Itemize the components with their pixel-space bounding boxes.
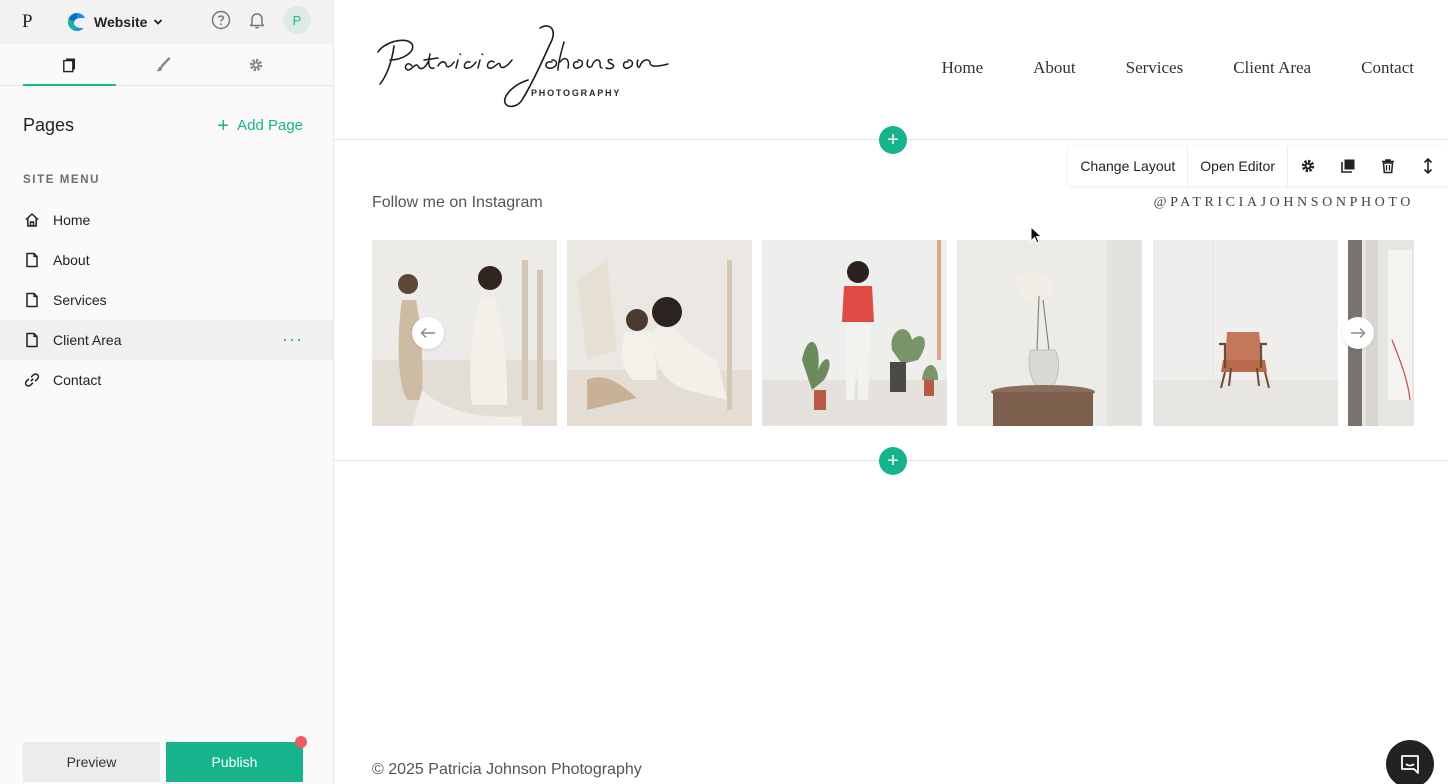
- sidebar-item-label: About: [53, 252, 90, 268]
- instagram-label: Follow me on Instagram: [372, 194, 543, 211]
- nav-about[interactable]: About: [1033, 58, 1076, 78]
- home-icon: [23, 211, 41, 229]
- chat-support-button[interactable]: [1386, 740, 1434, 784]
- arrow-left-icon: [420, 328, 435, 338]
- instagram-handle[interactable]: @PATRICIAJOHNSONPHOTO: [1154, 195, 1414, 211]
- change-layout-button[interactable]: Change Layout: [1068, 146, 1187, 186]
- nav-client-area[interactable]: Client Area: [1233, 58, 1311, 78]
- sidebar-tabs: [0, 44, 333, 86]
- site-logo[interactable]: PHOTOGRAPHY: [372, 22, 672, 112]
- add-section-button[interactable]: +: [879, 447, 907, 475]
- editor-sidebar: P Website P Pages + Add Page SITE MENU H…: [0, 0, 334, 784]
- chat-icon: [1401, 755, 1419, 774]
- sidebar-item-home[interactable]: Home: [0, 200, 333, 240]
- add-section-button[interactable]: +: [879, 126, 907, 154]
- mouse-cursor-icon: [1030, 226, 1043, 244]
- topbar-icons: P: [211, 6, 311, 34]
- site-switcher[interactable]: Website: [68, 13, 163, 31]
- nav-services[interactable]: Services: [1126, 58, 1184, 78]
- instagram-header: Follow me on Instagram @PATRICIAJOHNSONP…: [372, 194, 1414, 212]
- gallery-photo-5[interactable]: [1153, 240, 1338, 426]
- brand-logo[interactable]: P: [22, 11, 46, 33]
- section-settings-icon[interactable]: [1288, 146, 1328, 186]
- sidebar-item-label: Services: [53, 292, 107, 308]
- page-icon: [23, 331, 41, 349]
- page-icon: [23, 291, 41, 309]
- chevron-down-icon: [154, 19, 163, 25]
- pages-icon: [62, 58, 75, 72]
- editor-topbar: P Website P: [0, 0, 333, 44]
- notification-dot: [295, 736, 307, 748]
- site-menu-label: SITE MENU: [23, 174, 101, 186]
- pages-title: Pages: [23, 115, 75, 135]
- add-page-label: Add Page: [237, 117, 303, 134]
- tab-settings[interactable]: [209, 44, 302, 85]
- gallery-photo-2[interactable]: [567, 240, 752, 426]
- nav-home[interactable]: Home: [942, 58, 984, 78]
- sidebar-item-label: Home: [53, 212, 91, 228]
- tab-design[interactable]: [116, 44, 209, 85]
- nav-contact[interactable]: Contact: [1361, 58, 1414, 78]
- sidebar-actions: Preview Publish: [23, 736, 307, 782]
- publish-button[interactable]: Publish: [166, 736, 307, 782]
- sidebar-item-services[interactable]: Services: [0, 280, 333, 320]
- tab-pages[interactable]: [23, 44, 116, 86]
- site-logo-icon: [68, 13, 86, 31]
- site-header[interactable]: PHOTOGRAPHY Home About Services Client A…: [334, 0, 1448, 140]
- bell-icon[interactable]: [247, 10, 267, 30]
- site-navigation: Home About Services Client Area Contact: [942, 58, 1414, 78]
- site-canvas: PHOTOGRAPHY Home About Services Client A…: [334, 0, 1448, 784]
- gallery-prev-button[interactable]: [412, 317, 444, 349]
- site-footer: © 2025 Patricia Johnson Photography: [372, 761, 642, 778]
- gear-icon: [249, 58, 262, 71]
- add-page-button[interactable]: + Add Page: [217, 116, 303, 136]
- open-editor-button[interactable]: Open Editor: [1188, 146, 1287, 186]
- pages-header: Pages + Add Page: [0, 115, 333, 136]
- gallery-photo-1[interactable]: [372, 240, 557, 426]
- logo-subtitle: PHOTOGRAPHY: [531, 88, 621, 98]
- more-options-icon[interactable]: ···: [282, 330, 303, 348]
- site-switcher-label: Website: [94, 14, 148, 30]
- preview-button[interactable]: Preview: [23, 742, 160, 782]
- duplicate-icon[interactable]: [1328, 146, 1368, 186]
- gallery-photo-3[interactable]: [762, 240, 947, 426]
- sidebar-item-label: Client Area: [53, 332, 122, 348]
- sidebar-item-label: Contact: [53, 372, 102, 388]
- help-icon[interactable]: [211, 10, 231, 30]
- page-icon: [23, 251, 41, 269]
- instagram-gallery[interactable]: [372, 240, 1414, 426]
- gallery-photo-4[interactable]: [957, 240, 1142, 426]
- trash-icon[interactable]: [1368, 146, 1408, 186]
- gallery-next-button[interactable]: [1342, 317, 1374, 349]
- brush-icon: [156, 56, 170, 71]
- avatar[interactable]: P: [283, 6, 311, 34]
- site-menu-list: Home About Services Client Area ··· Cont…: [0, 200, 333, 400]
- section-toolbar: Change Layout Open Editor: [1068, 146, 1448, 186]
- sidebar-item-contact[interactable]: Contact: [0, 360, 333, 400]
- arrow-right-icon: [1351, 328, 1366, 338]
- sidebar-item-about[interactable]: About: [0, 240, 333, 280]
- resize-vertical-icon[interactable]: [1408, 146, 1448, 186]
- sidebar-item-client-area[interactable]: Client Area ···: [0, 320, 333, 360]
- publish-label: Publish: [211, 754, 258, 770]
- link-icon: [23, 371, 41, 389]
- plus-icon: +: [217, 114, 230, 137]
